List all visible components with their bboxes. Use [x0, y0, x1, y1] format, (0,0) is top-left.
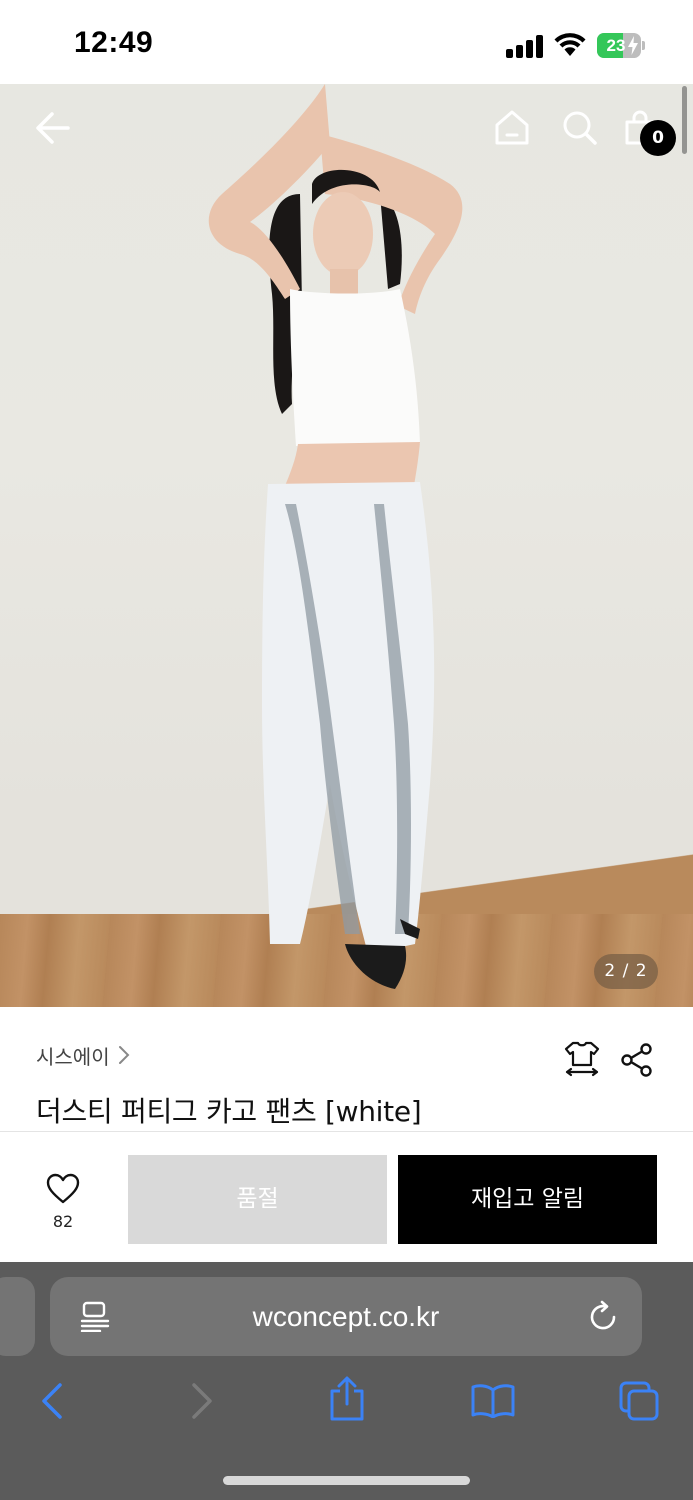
- cellular-signal-icon: [506, 34, 544, 58]
- brand-link[interactable]: 시스에이: [36, 1040, 130, 1070]
- image-page-indicator: 2 / 2: [594, 954, 658, 989]
- bookmarks-icon[interactable]: [470, 1382, 516, 1418]
- status-time: 12:49: [74, 26, 154, 59]
- size-guide-icon[interactable]: [563, 1040, 601, 1078]
- home-icon[interactable]: [494, 109, 530, 147]
- chevron-right-icon: [118, 1046, 130, 1064]
- heart-icon[interactable]: [46, 1173, 80, 1205]
- url-text[interactable]: wconcept.co.kr: [50, 1277, 642, 1356]
- battery-icon: 23: [597, 33, 645, 58]
- home-indicator: [223, 1476, 470, 1485]
- back-icon[interactable]: [40, 1382, 64, 1420]
- model-photo: [208, 84, 463, 989]
- like-count: 82: [52, 1212, 74, 1231]
- back-arrow-icon[interactable]: [34, 110, 72, 146]
- product-title: 더스티 퍼티그 카고 팬츠 [white]: [36, 1095, 422, 1128]
- forward-icon[interactable]: [190, 1382, 214, 1420]
- tabs-icon[interactable]: [618, 1380, 660, 1422]
- wifi-icon: [554, 33, 586, 56]
- sold-out-button[interactable]: 품절: [128, 1155, 387, 1244]
- brand-name: 시스에이: [36, 1044, 110, 1069]
- product-image[interactable]: [0, 84, 693, 1007]
- search-icon[interactable]: [562, 110, 598, 146]
- reload-icon[interactable]: [589, 1300, 619, 1332]
- charging-bolt-icon: [628, 36, 638, 55]
- previous-tab-peek[interactable]: [0, 1277, 35, 1356]
- scroll-indicator[interactable]: [682, 86, 687, 154]
- cart-count-badge[interactable]: 0: [640, 120, 676, 156]
- status-bar: 12:49 23: [0, 0, 693, 84]
- share-sheet-icon[interactable]: [328, 1376, 366, 1422]
- share-icon[interactable]: [620, 1043, 654, 1077]
- restock-alert-button[interactable]: 재입고 알림: [398, 1155, 657, 1244]
